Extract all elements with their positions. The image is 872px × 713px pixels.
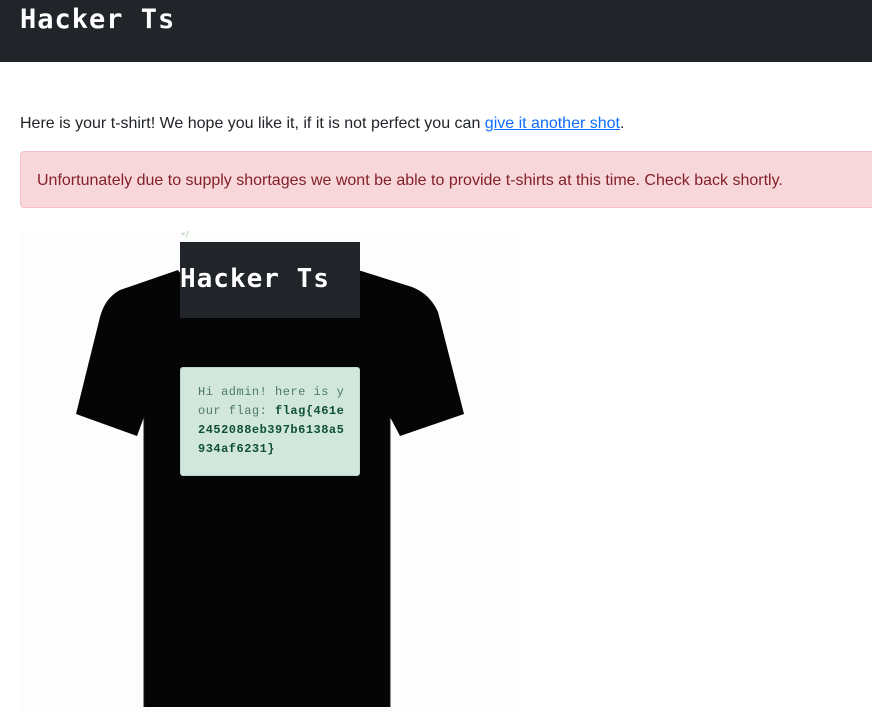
- tshirt-preview: «/ Hacker Ts Hi admin! here is your flag…: [20, 230, 520, 713]
- intro-paragraph: Here is your t-shirt! We hope you like i…: [20, 114, 624, 134]
- brand-logo[interactable]: Hacker Ts: [20, 4, 175, 35]
- print-navbar: Hacker Ts: [180, 242, 360, 318]
- flag-card: Hi admin! here is your flag: flag{461e24…: [180, 367, 360, 476]
- top-navbar: Hacker Ts: [0, 0, 872, 62]
- print-artifact: «/: [181, 230, 190, 238]
- another-shot-link[interactable]: give it another shot: [485, 115, 620, 132]
- tshirt-shape: [76, 270, 464, 707]
- intro-text: Here is your t-shirt! We hope you like i…: [20, 115, 485, 132]
- print-brand: Hacker Ts: [180, 264, 330, 294]
- shortage-alert: Unfortunately due to supply shortages we…: [20, 151, 872, 208]
- intro-suffix: .: [620, 115, 625, 132]
- alert-message: Unfortunately due to supply shortages we…: [37, 172, 783, 189]
